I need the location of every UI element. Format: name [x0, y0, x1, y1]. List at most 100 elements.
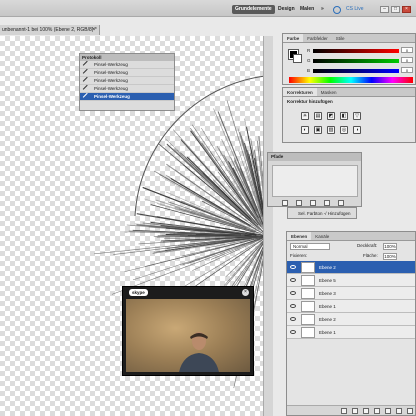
- adjustment-layer-icon[interactable]: [374, 408, 380, 414]
- history-step[interactable]: Pinsel-Werkzeug: [80, 68, 174, 78]
- layers-panel: Ebenen Kanäle Normal Deckkraft: 100% Fix…: [286, 231, 416, 416]
- adjustment-layer-label: Sel. Farbton -/ Hinzufügen: [298, 211, 351, 216]
- levels-icon[interactable]: ▤: [314, 112, 322, 120]
- opacity-label: Deckkraft:: [357, 243, 378, 248]
- hue-saturation-icon[interactable]: ◐: [301, 126, 309, 134]
- tab-color[interactable]: Farbe: [283, 34, 304, 42]
- new-group-icon[interactable]: [385, 408, 391, 414]
- layer-row[interactable]: Ebene 3: [287, 287, 415, 300]
- new-path-icon[interactable]: [324, 200, 330, 206]
- channel-mixer-icon[interactable]: ◑: [353, 126, 361, 134]
- fill-field[interactable]: 100%: [383, 253, 397, 260]
- tab-swatches[interactable]: Farbfelder: [303, 34, 332, 42]
- workspace-design-button[interactable]: Design: [275, 5, 298, 14]
- vibrance-icon[interactable]: ▽: [353, 112, 361, 120]
- layer-thumbnail: [301, 262, 315, 273]
- webcam-video-feed: [126, 299, 250, 372]
- close-video-icon[interactable]: ×: [242, 289, 249, 296]
- adjustment-layer-item[interactable]: Sel. Farbton -/ Hinzufügen: [287, 207, 357, 219]
- tab-adjustments[interactable]: Korrekturen: [283, 88, 317, 96]
- new-layer-icon[interactable]: [396, 408, 402, 414]
- tab-masks[interactable]: Masken: [317, 88, 341, 96]
- lock-label: Fixieren:: [290, 253, 308, 258]
- visibility-eye-icon[interactable]: [290, 265, 296, 269]
- application-bar: Grundelemente Design Malen » CS Live – □…: [0, 0, 416, 17]
- adjustments-panel: Korrekturen Masken Korrektur hinzufügen …: [282, 87, 416, 143]
- history-step[interactable]: Pinsel-Werkzeug: [80, 60, 174, 70]
- layer-thumbnail: [301, 314, 315, 325]
- visibility-eye-icon[interactable]: [290, 278, 296, 282]
- layer-thumbnail: [301, 327, 315, 338]
- layer-style-icon[interactable]: [352, 408, 358, 414]
- brush-icon: [82, 92, 92, 102]
- link-layers-icon[interactable]: [341, 408, 347, 414]
- search-icon[interactable]: [333, 6, 341, 14]
- video-call-window[interactable]: skype ×: [122, 286, 254, 376]
- color-spectrum-bar[interactable]: [289, 77, 413, 83]
- document-tab-title: unbenannt-1 bei 100% (Ebene 2, RGB/8) *: [2, 27, 97, 33]
- exposure-icon[interactable]: ◧: [340, 112, 348, 120]
- curves-icon[interactable]: ◩: [327, 112, 335, 120]
- blend-mode-select[interactable]: Normal: [290, 243, 330, 250]
- person-in-video: [179, 332, 219, 372]
- tab-channels[interactable]: Kanäle: [311, 232, 333, 240]
- red-label: R: [307, 48, 311, 53]
- history-step[interactable]: Pinsel-Werkzeug: [80, 76, 174, 86]
- layer-name: Ebene 1: [319, 330, 336, 335]
- selection-path-icon[interactable]: [310, 200, 316, 206]
- layer-name: Ebene 2: [319, 317, 336, 322]
- trash-icon[interactable]: [407, 408, 413, 414]
- blue-slider[interactable]: [313, 69, 399, 73]
- layer-thumbnail: [301, 275, 315, 286]
- green-value-field[interactable]: 0: [401, 57, 413, 63]
- layer-row[interactable]: Ebene 5: [287, 274, 415, 287]
- layer-mask-icon[interactable]: [363, 408, 369, 414]
- opacity-field[interactable]: 100%: [383, 243, 397, 250]
- paths-panel-title: Pfade: [268, 153, 361, 161]
- black-white-icon[interactable]: ▨: [327, 126, 335, 134]
- layer-name: Ebene 2: [319, 265, 336, 270]
- layer-name: Ebene 3: [319, 291, 336, 296]
- layer-thumbnail: [301, 288, 315, 299]
- maximize-button[interactable]: □: [391, 6, 400, 13]
- paths-list[interactable]: [272, 165, 358, 197]
- history-step[interactable]: Pinsel-Werkzeug: [80, 84, 174, 94]
- layers-footer: [287, 405, 415, 415]
- layer-row[interactable]: Ebene 1: [287, 326, 415, 339]
- minimize-button[interactable]: –: [380, 6, 389, 13]
- photo-filter-icon[interactable]: ◎: [340, 126, 348, 134]
- history-step-selected[interactable]: Pinsel-Werkzeug: [80, 92, 174, 102]
- layer-name: Ebene 5: [319, 278, 336, 283]
- workspace-essentials-button[interactable]: Grundelemente: [232, 5, 275, 14]
- background-color-swatch[interactable]: [293, 54, 302, 63]
- color-balance-icon[interactable]: ▣: [314, 126, 322, 134]
- layer-row-selected[interactable]: Ebene 2: [287, 261, 415, 274]
- green-slider[interactable]: [313, 59, 399, 63]
- cs-live-button[interactable]: CS Live: [346, 6, 364, 12]
- layer-name: Ebene 1: [319, 304, 336, 309]
- tab-styles[interactable]: Stile: [332, 34, 349, 42]
- tab-layers[interactable]: Ebenen: [287, 232, 312, 240]
- close-document-icon[interactable]: ×: [92, 25, 96, 35]
- layer-row[interactable]: Ebene 1: [287, 300, 415, 313]
- visibility-eye-icon[interactable]: [290, 317, 296, 321]
- red-slider[interactable]: [313, 49, 399, 53]
- brightness-icon[interactable]: ☀: [301, 112, 309, 120]
- visibility-eye-icon[interactable]: [290, 291, 296, 295]
- blue-value-field[interactable]: 0: [401, 67, 413, 73]
- close-window-button[interactable]: ×: [402, 6, 411, 13]
- fill-label: Fläche:: [363, 253, 378, 258]
- red-value-field[interactable]: 0: [401, 47, 413, 53]
- video-titlebar[interactable]: skype ×: [123, 287, 253, 298]
- delete-path-icon[interactable]: [338, 200, 344, 206]
- stroke-path-icon[interactable]: [296, 200, 302, 206]
- visibility-eye-icon[interactable]: [290, 330, 296, 334]
- workspace-painting-button[interactable]: Malen: [297, 5, 317, 14]
- visibility-eye-icon[interactable]: [290, 304, 296, 308]
- more-workspaces-button[interactable]: »: [318, 5, 327, 14]
- document-tab[interactable]: unbenannt-1 bei 100% (Ebene 2, RGB/8) * …: [0, 25, 100, 35]
- fill-path-icon[interactable]: [282, 200, 288, 206]
- panel-icon-strip[interactable]: [263, 36, 273, 416]
- layer-thumbnail: [301, 301, 315, 312]
- layer-row[interactable]: Ebene 2: [287, 313, 415, 326]
